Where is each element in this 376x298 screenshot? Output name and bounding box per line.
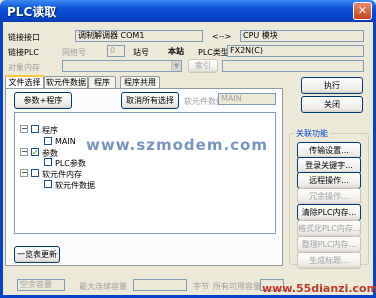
close-dialog-button[interactable]: 关闭 <box>301 96 363 113</box>
byte-unit-label: 字节 <box>193 282 209 291</box>
link-arrow: <--> <box>212 32 232 41</box>
tree-item-device-memory[interactable]: 软元件内存 <box>42 169 82 180</box>
format-plc-memory-button[interactable]: 格式化PLC内存... <box>297 220 361 237</box>
cpu-module-field: CPU 模块 <box>240 30 364 42</box>
tab-device-data[interactable]: 软元件数据 <box>44 76 88 88</box>
close-button[interactable]: ✕ <box>353 2 372 20</box>
parameter-checkbox[interactable] <box>31 148 39 156</box>
network-no-label: 网络号 <box>62 48 86 57</box>
redundant-operation-button[interactable]: 冗余操作... <box>297 188 361 205</box>
station-no-value: 本站 <box>168 47 184 56</box>
free-capacity-field: 空余容量 <box>17 279 65 291</box>
collapse-icon[interactable]: − <box>20 148 28 156</box>
target-memory-label: 对象内存 <box>8 63 40 72</box>
max-continuous-field <box>133 279 187 291</box>
plc-parameter-checkbox[interactable] <box>44 158 52 166</box>
tree-item-device-data[interactable]: 软元件数据 <box>55 180 95 191</box>
link-port-label: 链接接口 <box>8 33 40 42</box>
main-checkbox[interactable] <box>44 137 52 145</box>
collapse-icon[interactable]: − <box>20 169 28 177</box>
program-checkbox[interactable] <box>31 125 39 133</box>
target-memory-select[interactable] <box>62 60 182 72</box>
title-index-button[interactable]: 索引 <box>188 59 218 73</box>
tree-item-main[interactable]: MAIN <box>55 137 76 146</box>
station-no-label: 站号 <box>133 48 149 57</box>
remote-operation-button[interactable]: 远程操作... <box>297 172 361 189</box>
window-title: PLC读取 <box>7 5 57 19</box>
tab-file-selection[interactable]: 文件选择 <box>5 75 44 88</box>
watermark: www.szmodem.com <box>86 136 268 154</box>
related-functions-title: 关联功能 <box>294 128 330 139</box>
deselect-all-button[interactable]: 取消所有选择 <box>121 92 179 109</box>
params-program-button[interactable]: 参数+程序 <box>14 92 72 109</box>
tree-item-program[interactable]: 程序 <box>42 125 58 136</box>
chevron-down-icon[interactable]: ▼ <box>171 61 181 71</box>
network-no-field: 0 <box>107 45 125 57</box>
max-continuous-label: 最大连续容量 <box>79 282 127 291</box>
create-title-button[interactable]: 生成标题... <box>297 252 361 269</box>
link-plc-label: 链接PLC <box>8 48 39 57</box>
execute-button[interactable]: 执行 <box>301 77 363 94</box>
device-data-checkbox[interactable] <box>44 180 52 188</box>
watermark-corner: www.55dianzi.com <box>262 282 376 295</box>
collapse-icon[interactable]: − <box>20 125 28 133</box>
list-update-button[interactable]: 一览表更新 <box>14 246 60 263</box>
link-port-field: 调制解调器 COM1 <box>75 30 203 42</box>
tab-program-common[interactable]: 程序共用 <box>120 76 160 88</box>
clear-plc-memory-button[interactable]: 清除PLC内存... <box>297 204 361 221</box>
tree-item-plc-parameter[interactable]: PLC参数 <box>55 158 86 169</box>
total-free-label: 所有可用容量 <box>213 282 261 291</box>
title-bar[interactable] <box>0 0 376 22</box>
device-data-name-field: MAIN <box>218 93 276 105</box>
plc-type-field: FX2N(C) <box>227 45 364 57</box>
plc-type-label: PLC类型 <box>198 48 229 57</box>
arrange-plc-memory-button[interactable]: 整理PLC内存... <box>297 236 361 253</box>
tab-program[interactable]: 程序 <box>88 76 116 88</box>
title-field <box>222 60 364 72</box>
device-memory-checkbox[interactable] <box>31 169 39 177</box>
